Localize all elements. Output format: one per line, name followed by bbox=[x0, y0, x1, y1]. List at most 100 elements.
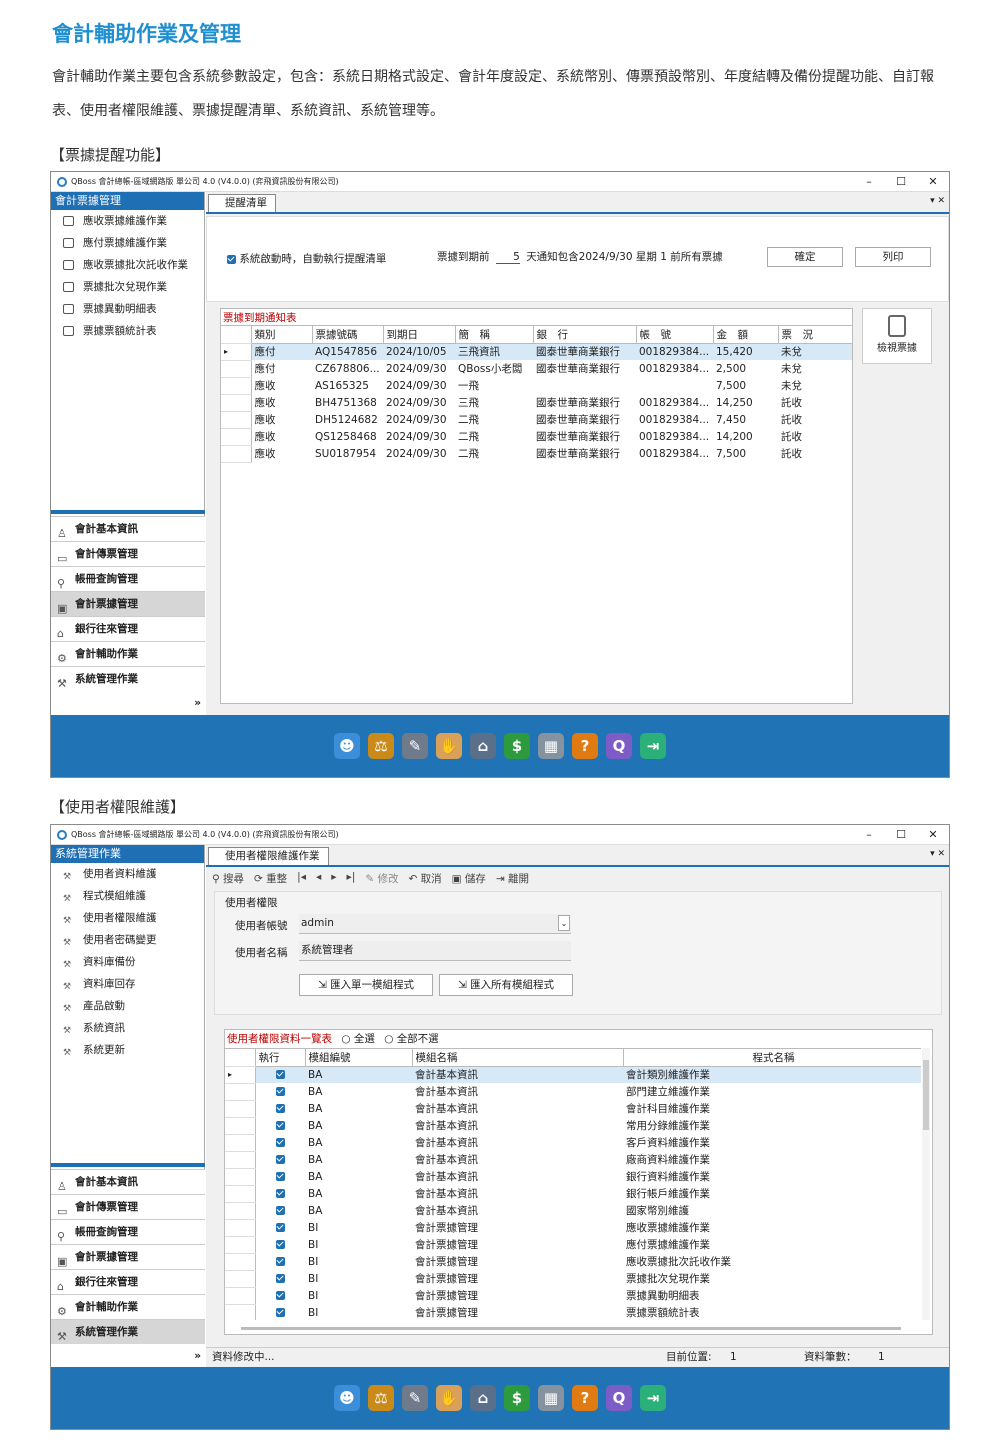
nav-search[interactable]: ⚲ 帳冊查詢管理 bbox=[51, 1219, 205, 1244]
note-icon[interactable]: ✋ bbox=[436, 733, 462, 759]
row-header[interactable] bbox=[225, 1100, 256, 1118]
table-row[interactable]: BI 會計票據管理 應收票據維護作業 bbox=[225, 1219, 921, 1237]
exit-button[interactable]: ⇥ 離開 bbox=[496, 871, 529, 886]
table-row[interactable]: 應收 AS165325 2024/09/30 一飛 7,500 未兌 bbox=[221, 377, 852, 395]
sidebar-item[interactable]: ⚒ 使用者密碼變更 bbox=[51, 929, 204, 951]
column-header[interactable]: 到期日 bbox=[383, 326, 456, 344]
nav-more-button[interactable]: » bbox=[51, 691, 205, 716]
table-row[interactable]: BA 會計基本資訊 銀行帳戶維護作業 bbox=[225, 1185, 921, 1203]
execute-checkbox-cell[interactable] bbox=[255, 1185, 305, 1202]
nav-ticket[interactable]: ▣ 會計票據管理 bbox=[51, 591, 205, 616]
row-header[interactable] bbox=[225, 1253, 256, 1271]
cash-icon[interactable]: $ bbox=[504, 733, 530, 759]
row-header[interactable] bbox=[225, 1270, 256, 1288]
row-header[interactable] bbox=[225, 1083, 256, 1101]
view-ticket-button[interactable]: 檢視票據 bbox=[862, 308, 932, 364]
chevron-down-icon[interactable]: ⌄ bbox=[558, 915, 570, 931]
select-all-radio[interactable]: ○ 全選 bbox=[341, 1033, 375, 1045]
tab-reminder-list[interactable]: 提醒清單 bbox=[208, 194, 276, 212]
row-header[interactable] bbox=[225, 1168, 256, 1186]
sidebar-item[interactable]: 票據票額統計表 bbox=[51, 320, 204, 342]
column-header[interactable]: 帳 號 bbox=[636, 326, 714, 344]
qboss-logo-icon[interactable]: Q bbox=[606, 1385, 632, 1411]
nav-more-button[interactable]: » bbox=[51, 1344, 205, 1369]
table-row[interactable]: BI 會計票據管理 票據票額統計表 bbox=[225, 1304, 921, 1320]
save-button[interactable]: ▣ 儲存 bbox=[452, 871, 486, 886]
exit-icon[interactable]: ⇥ bbox=[640, 1385, 666, 1411]
nav-person[interactable]: ♙ 會計基本資訊 bbox=[51, 516, 205, 541]
table-row[interactable]: BA 會計基本資訊 銀行資料維護作業 bbox=[225, 1168, 921, 1186]
row-header[interactable] bbox=[221, 394, 252, 412]
qboss-logo-icon[interactable]: Q bbox=[606, 733, 632, 759]
table-row[interactable]: BA 會計基本資訊 部門建立維護作業 bbox=[225, 1083, 921, 1101]
row-header[interactable] bbox=[225, 1202, 256, 1220]
sidebar-item[interactable]: ⚒ 產品啟動 bbox=[51, 995, 204, 1017]
sidebar-item[interactable]: ⚒ 程式模組維護 bbox=[51, 885, 204, 907]
row-header[interactable] bbox=[225, 1287, 256, 1305]
execute-checkbox-cell[interactable] bbox=[255, 1168, 305, 1185]
row-header[interactable] bbox=[225, 1304, 256, 1320]
calculator-icon[interactable]: ▦ bbox=[538, 1385, 564, 1411]
nav-gear[interactable]: ⚙ 會計輔助作業 bbox=[51, 641, 205, 666]
nav-bank[interactable]: ⌂ 銀行往來管理 bbox=[51, 616, 205, 641]
help-icon[interactable]: ? bbox=[572, 733, 598, 759]
note-icon[interactable]: ✋ bbox=[436, 1385, 462, 1411]
column-header[interactable]: 金 額 bbox=[713, 326, 779, 344]
table-row[interactable]: BA 會計基本資訊 常用分錄維護作業 bbox=[225, 1117, 921, 1135]
help-icon[interactable]: ? bbox=[572, 1385, 598, 1411]
edit-button[interactable]: ✎ 修改 bbox=[365, 871, 398, 886]
execute-checkbox-cell[interactable] bbox=[255, 1253, 305, 1270]
minimize-button[interactable]: – bbox=[853, 172, 885, 192]
owl-icon[interactable]: ☻ bbox=[334, 733, 360, 759]
scale-icon[interactable]: ⚖ bbox=[368, 1385, 394, 1411]
sidebar-splitter[interactable] bbox=[51, 510, 205, 514]
close-button[interactable]: ✕ bbox=[917, 172, 949, 192]
table-row[interactable]: BA 會計基本資訊 會計科目維護作業 bbox=[225, 1100, 921, 1118]
sidebar-item[interactable]: 票據異動明細表 bbox=[51, 298, 204, 320]
table-row[interactable]: 應收 BH4751368 2024/09/30 三飛 國泰世華商業銀行 001829384… bbox=[221, 394, 852, 412]
close-button[interactable]: ✕ bbox=[917, 825, 949, 845]
horizontal-scrollbar[interactable] bbox=[241, 1327, 901, 1330]
execute-checkbox[interactable] bbox=[275, 1223, 285, 1232]
table-row[interactable]: ▸ BA 會計基本資訊 會計類別維護作業 bbox=[225, 1066, 921, 1084]
tab-pin-close[interactable]: ▾ ✕ bbox=[930, 196, 945, 206]
account-select[interactable]: admin ⌄ bbox=[299, 914, 571, 934]
execute-checkbox[interactable] bbox=[275, 1104, 285, 1113]
table-row[interactable]: 應收 QS1258468 2024/09/30 二飛 國泰世華商業銀行 001829384… bbox=[221, 428, 852, 446]
row-header[interactable] bbox=[221, 428, 252, 446]
column-header[interactable]: 票 況 bbox=[778, 326, 853, 344]
calculator-icon[interactable]: ▦ bbox=[538, 733, 564, 759]
maximize-button[interactable]: ☐ bbox=[885, 825, 917, 845]
column-header[interactable]: 模組名稱 bbox=[412, 1049, 624, 1067]
table-row[interactable]: 應付 CZ678806... 2024/09/30 QBoss小老闆 國泰世華商業銀行 0… bbox=[221, 360, 852, 378]
execute-checkbox[interactable] bbox=[275, 1274, 285, 1283]
exit-icon[interactable]: ⇥ bbox=[640, 733, 666, 759]
execute-checkbox[interactable] bbox=[275, 1257, 285, 1266]
row-header[interactable] bbox=[221, 360, 252, 378]
table-row[interactable]: BA 會計基本資訊 廠商資料維護作業 bbox=[225, 1151, 921, 1169]
days-input[interactable]: 5 bbox=[495, 251, 520, 264]
startup-checkbox[interactable] bbox=[227, 254, 236, 264]
execute-checkbox[interactable] bbox=[275, 1291, 285, 1300]
execute-checkbox-cell[interactable] bbox=[255, 1134, 305, 1151]
vertical-scrollbar[interactable] bbox=[922, 1048, 930, 1320]
nav-search[interactable]: ⚲ 帳冊查詢管理 bbox=[51, 566, 205, 591]
column-header[interactable]: 票據號碼 bbox=[312, 326, 384, 344]
table-row[interactable]: BA 會計基本資訊 客戶資料維護作業 bbox=[225, 1134, 921, 1152]
nav-person[interactable]: ♙ 會計基本資訊 bbox=[51, 1169, 205, 1194]
select-none-radio[interactable]: ○ 全部不選 bbox=[384, 1033, 439, 1045]
execute-checkbox[interactable] bbox=[275, 1087, 285, 1096]
execute-checkbox-cell[interactable] bbox=[255, 1083, 305, 1100]
sidebar-item[interactable]: ⚒ 使用者資料維護 bbox=[51, 863, 204, 885]
next-record-button[interactable]: ▸ bbox=[331, 871, 336, 886]
row-header[interactable] bbox=[225, 1117, 256, 1135]
nav-folder[interactable]: ▭ 會計傳票管理 bbox=[51, 541, 205, 566]
execute-checkbox-cell[interactable] bbox=[255, 1066, 305, 1083]
row-header[interactable] bbox=[225, 1185, 256, 1203]
sidebar-item[interactable]: 票據批次兌現作業 bbox=[51, 276, 204, 298]
column-header[interactable]: 程式名稱 bbox=[623, 1049, 921, 1067]
column-header[interactable]: 簡 稱 bbox=[455, 326, 534, 344]
table-row[interactable]: BI 會計票據管理 票據異動明細表 bbox=[225, 1287, 921, 1305]
nav-tools[interactable]: ⚒ 系統管理作業 bbox=[51, 666, 205, 691]
execute-checkbox-cell[interactable] bbox=[255, 1270, 305, 1287]
